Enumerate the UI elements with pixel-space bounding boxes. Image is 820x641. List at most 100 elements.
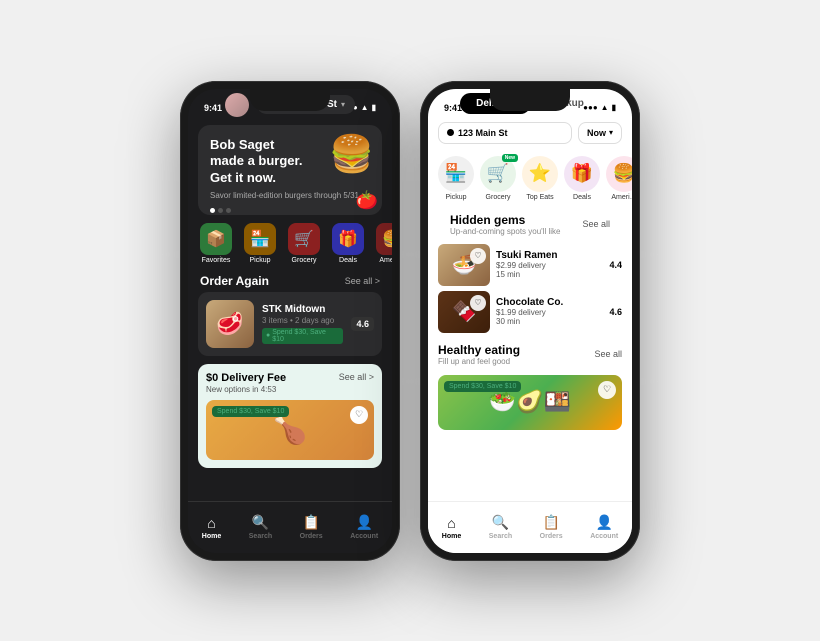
- light-cat-grocery[interactable]: 🛒 New Grocery: [480, 156, 516, 201]
- light-location-text: 123 Main St: [458, 128, 508, 138]
- order-image: 🥩: [206, 300, 254, 348]
- light-home-icon: ⌂: [447, 515, 455, 531]
- choc-delivery: $1.99 delivery: [496, 308, 603, 317]
- nav-search[interactable]: 🔍 Search: [249, 514, 272, 540]
- delivery-text-block: $0 Delivery Fee New options in 4:53: [206, 372, 286, 394]
- healthy-banner[interactable]: 🥗🥑🍱 Spend $30, Save $10 ♡: [438, 375, 622, 430]
- light-grocery-label: Grocery: [486, 194, 511, 201]
- healthy-eating-header: Healthy eating Fill up and feel good See…: [438, 339, 622, 370]
- light-nav-account[interactable]: 👤 Account: [590, 514, 618, 540]
- light-cat-deals[interactable]: 🎁 Deals: [564, 156, 600, 201]
- delivery-section: $0 Delivery Fee New options in 4:53 See …: [198, 364, 382, 468]
- hidden-gems-subtitle: Up-and-coming spots you'll like: [450, 227, 560, 236]
- hidden-gems-text: Hidden gems Up-and-coming spots you'll l…: [450, 213, 560, 236]
- light-search-icon: 🔍: [492, 514, 509, 531]
- hidden-gems-see-all[interactable]: See all: [582, 219, 610, 229]
- light-home-label: Home: [442, 533, 461, 540]
- healthy-heart-button[interactable]: ♡: [598, 381, 616, 399]
- light-nav-orders[interactable]: 📋 Orders: [540, 514, 563, 540]
- light-bottom-nav: ⌂ Home 🔍 Search 📋 Orders 👤 Account: [428, 501, 632, 553]
- time-chevron-icon: ▾: [609, 128, 613, 137]
- restaurant-row-choc[interactable]: 🍫 ♡ Chocolate Co. $1.99 delivery 30 min …: [438, 291, 622, 333]
- choc-name: Chocolate Co.: [496, 297, 603, 308]
- delivery-meta: New options in 4:53: [206, 385, 286, 394]
- hidden-gems-title: Hidden gems: [450, 213, 560, 227]
- hidden-gems-section: Hidden gems Up-and-coming spots you'll l…: [438, 207, 622, 333]
- time-pill[interactable]: Now ▾: [578, 122, 622, 144]
- ramen-details: Tsuki Ramen $2.99 delivery 15 min: [496, 250, 603, 279]
- light-cat-top-eats[interactable]: ⭐ Top Eats: [522, 156, 558, 201]
- category-america[interactable]: 🍔 Ameri…: [374, 223, 392, 264]
- restaurant-row-ramen[interactable]: 🍜 ♡ Tsuki Ramen $2.99 delivery 15 min 4.…: [438, 244, 622, 286]
- light-cat-pickup[interactable]: 🏪 Pickup: [438, 156, 474, 201]
- dot-1: [210, 208, 215, 213]
- light-america-label: Ameri…: [611, 194, 632, 201]
- dark-phone: 9:41 ●●● ▲ ▮ 1455 Market St ▾: [180, 81, 400, 561]
- location-dot-icon: [447, 129, 454, 136]
- hero-banner[interactable]: Bob Saget made a burger. Get it now. Sav…: [198, 125, 382, 215]
- pickup-icon: 🏪: [244, 223, 276, 255]
- search-label: Search: [249, 533, 272, 540]
- light-cat-america[interactable]: 🍔 Ameri…: [606, 156, 632, 201]
- hero-subtitle: Savor limited-edition burgers through 5/…: [210, 191, 370, 200]
- nav-account[interactable]: 👤 Account: [350, 514, 378, 540]
- category-favorites[interactable]: 📦 Favorites: [198, 223, 234, 264]
- light-top-eats-label: Top Eats: [526, 194, 553, 201]
- healthy-food-emoji: 🥗🥑🍱: [489, 389, 571, 415]
- light-screen-content: Delivery Pickup 123 Main St Now ▾: [428, 89, 632, 501]
- america-label: Ameri…: [379, 257, 392, 264]
- ramen-rating: 4.4: [609, 260, 622, 270]
- category-deals[interactable]: 🎁 Deals: [330, 223, 366, 264]
- order-again-see-all[interactable]: See all >: [345, 276, 380, 286]
- hidden-gems-header: Hidden gems Up-and-coming spots you'll l…: [438, 207, 622, 240]
- ramen-heart-button[interactable]: ♡: [470, 248, 486, 264]
- ramen-image: 🍜 ♡: [438, 244, 490, 286]
- category-pickup[interactable]: 🏪 Pickup: [242, 223, 278, 264]
- light-nav-home[interactable]: ⌂ Home: [442, 515, 461, 540]
- order-card[interactable]: 🥩 STK Midtown 3 items • 2 days ago ● Spe…: [198, 292, 382, 356]
- dark-bottom-nav: ⌂ Home 🔍 Search 📋 Orders 👤 Account: [188, 501, 392, 553]
- order-rating: 4.6: [351, 317, 374, 331]
- user-avatar[interactable]: [225, 93, 249, 117]
- healthy-see-all[interactable]: See all: [594, 349, 622, 359]
- light-phone-notch: [490, 89, 570, 111]
- nav-orders[interactable]: 📋 Orders: [300, 514, 323, 540]
- order-again-header: Order Again See all >: [188, 268, 392, 292]
- new-badge: New: [502, 154, 518, 162]
- light-pickup-icon: 🏪: [438, 156, 474, 192]
- search-icon: 🔍: [252, 514, 269, 531]
- healthy-promo-text: Spend $30, Save $10: [449, 383, 516, 390]
- food-card[interactable]: 🍗 Spend $30, Save $10 ♡: [206, 400, 374, 460]
- dark-phone-notch: [250, 89, 330, 111]
- time-text: Now: [587, 128, 606, 138]
- nav-home[interactable]: ⌂ Home: [202, 515, 221, 540]
- phones-container: 9:41 ●●● ▲ ▮ 1455 Market St ▾: [180, 81, 640, 561]
- account-label: Account: [350, 533, 378, 540]
- light-location-pill[interactable]: 123 Main St: [438, 122, 572, 144]
- orders-icon: 📋: [302, 514, 319, 531]
- promo-badge: ● Spend $30, Save $10: [262, 328, 343, 344]
- healthy-subtitle: Fill up and feel good: [438, 357, 520, 366]
- dot-3: [226, 208, 231, 213]
- order-name: STK Midtown: [262, 304, 343, 315]
- deals-label: Deals: [339, 257, 357, 264]
- grocery-label: Grocery: [292, 257, 317, 264]
- healthy-promo-badge: Spend $30, Save $10: [444, 381, 521, 392]
- light-america-icon: 🍔: [606, 156, 632, 192]
- light-nav-search[interactable]: 🔍 Search: [489, 514, 512, 540]
- healthy-text: Healthy eating Fill up and feel good: [438, 343, 520, 366]
- choc-heart-button[interactable]: ♡: [470, 295, 486, 311]
- dark-phone-screen: 9:41 ●●● ▲ ▮ 1455 Market St ▾: [188, 89, 392, 553]
- light-phone-screen: 9:41 ●●● ▲ ▮ Delivery Pickup 123 M: [428, 89, 632, 553]
- hero-dots: [210, 208, 370, 213]
- light-deals-icon: 🎁: [564, 156, 600, 192]
- category-grocery[interactable]: 🛒 Grocery: [286, 223, 322, 264]
- light-pickup-label: Pickup: [445, 194, 466, 201]
- heart-button[interactable]: ♡: [350, 406, 368, 424]
- delivery-see-all[interactable]: See all >: [339, 372, 374, 394]
- chevron-down-icon: ▾: [341, 100, 345, 109]
- home-label: Home: [202, 533, 221, 540]
- dark-screen-content: 1455 Market St ▾ Bob Saget made a burger…: [188, 89, 392, 501]
- healthy-eating-section: Healthy eating Fill up and feel good See…: [438, 339, 622, 430]
- delivery-title: $0 Delivery Fee: [206, 372, 286, 384]
